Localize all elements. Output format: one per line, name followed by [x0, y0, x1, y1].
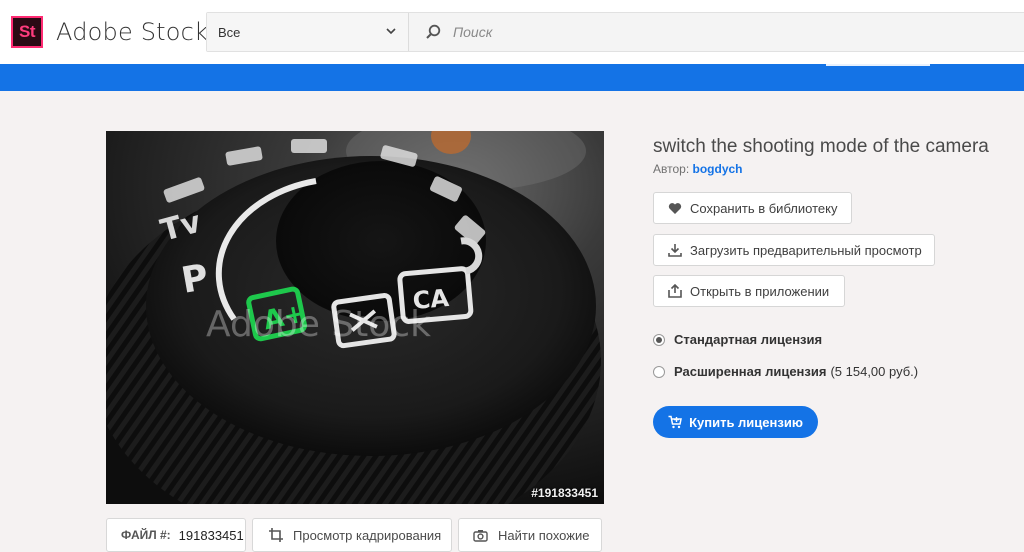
top-header: St Adobe Stock Все: [0, 0, 1024, 64]
extended-license-label: Расширенная лицензия: [674, 364, 827, 379]
extended-license-radio[interactable]: [653, 365, 665, 378]
share-icon: [668, 284, 682, 298]
search-bar: Все: [206, 12, 1024, 52]
file-number: 191833451: [178, 527, 244, 543]
author-label: Автор:: [653, 162, 690, 176]
extended-license-option[interactable]: Расширенная лицензия (5 154,00 руб.): [653, 364, 918, 379]
cart-plus-icon: [668, 415, 682, 429]
camera-dial-photo: Tv P A+ CA Adobe Stock: [106, 131, 604, 504]
camera-icon: [473, 529, 488, 542]
adobe-stock-logo[interactable]: St: [11, 16, 43, 48]
brand-name[interactable]: Adobe Stock: [56, 18, 208, 46]
save-label: Сохранить в библиотеку: [690, 200, 838, 216]
chevron-down-icon: [386, 28, 396, 35]
similar-label: Найти похожие: [498, 527, 590, 543]
file-number-box: ФАЙЛ #: 191833451: [106, 518, 246, 552]
category-selected: Все: [218, 25, 241, 40]
standard-license-radio[interactable]: [653, 333, 665, 346]
search-icon[interactable]: [425, 24, 441, 40]
watermark-text: Adobe Stock: [206, 304, 431, 345]
search-input[interactable]: [453, 21, 993, 43]
author-line: Автор: bogdych: [653, 162, 743, 176]
crop-icon: [269, 528, 283, 542]
buy-license-button[interactable]: Купить лицензию: [653, 406, 818, 438]
open-in-app-button[interactable]: Открыть в приложении: [653, 275, 845, 307]
crop-label: Просмотр кадрирования: [293, 527, 442, 543]
extended-license-price: (5 154,00 руб.): [830, 364, 919, 379]
standard-license-option[interactable]: Стандартная лицензия: [653, 332, 826, 347]
file-id-overlay: #191833451: [531, 486, 598, 500]
download-icon: [668, 244, 682, 257]
crop-preview-button[interactable]: Просмотр кадрирования: [252, 518, 452, 552]
buy-label: Купить лицензию: [689, 414, 803, 430]
save-to-library-button[interactable]: Сохранить в библиотеку: [653, 192, 852, 224]
find-similar-button[interactable]: Найти похожие: [458, 518, 602, 552]
blue-nav-bar: [0, 64, 1024, 91]
open-label: Открыть в приложении: [690, 283, 830, 299]
standard-license-label: Стандартная лицензия: [674, 332, 823, 347]
asset-title: switch the shooting mode of the camera: [653, 136, 989, 157]
category-dropdown[interactable]: Все: [207, 13, 409, 51]
heart-icon: [668, 202, 682, 214]
download-preview-button[interactable]: Загрузить предварительный просмотр: [653, 234, 935, 266]
logo-text: St: [19, 22, 36, 41]
author-link[interactable]: bogdych: [693, 162, 743, 176]
image-preview[interactable]: Tv P A+ CA Adobe Stock #191833451: [106, 131, 604, 504]
nav-tab-indicator: [826, 64, 930, 66]
file-label: ФАЙЛ #:: [121, 528, 171, 542]
download-label: Загрузить предварительный просмотр: [690, 242, 922, 258]
